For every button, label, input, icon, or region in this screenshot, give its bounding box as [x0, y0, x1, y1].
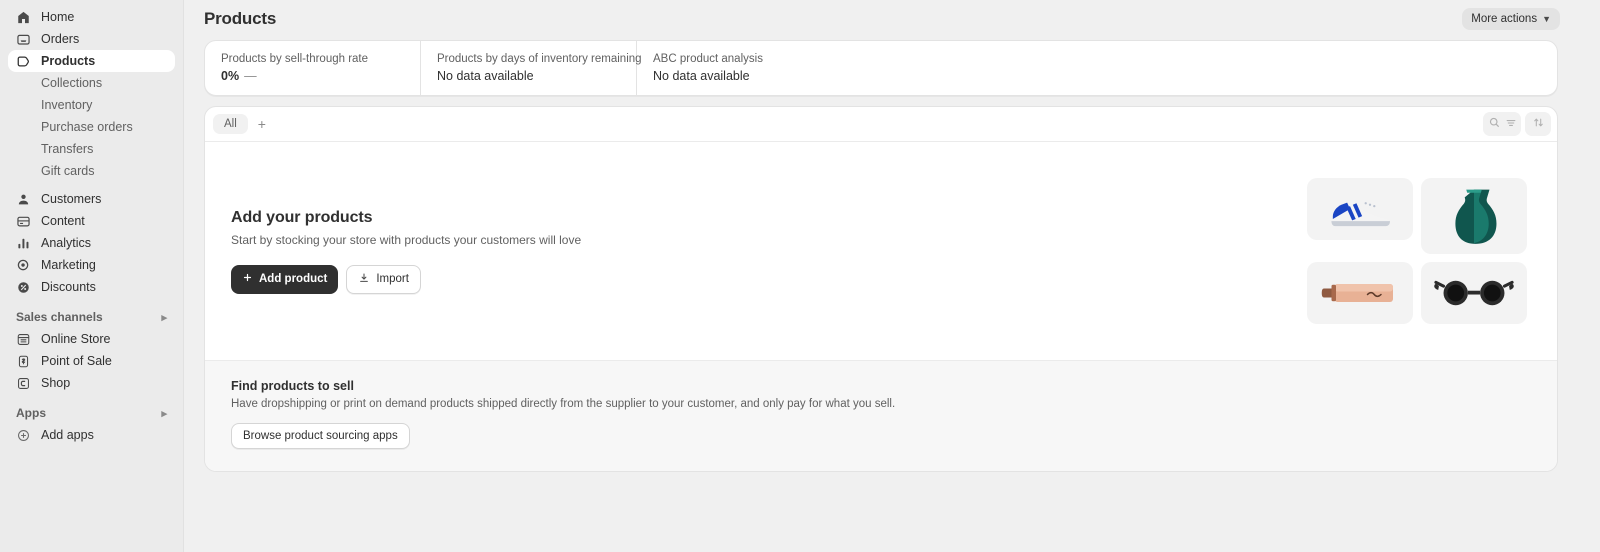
sidebar-item-label: Products: [41, 54, 96, 68]
chevron-right-icon: ▸: [161, 407, 167, 420]
main-content: Products More actions ▼ Products by sell…: [184, 0, 1600, 552]
sidebar-item-point-of-sale[interactable]: Point of Sale: [8, 350, 175, 372]
vase-illustration: [1421, 178, 1527, 254]
sidebar: Home Orders Products Collections Invento…: [0, 0, 184, 552]
sidebar-item-label: Home: [41, 10, 75, 24]
sidebar-item-label: Customers: [41, 192, 102, 206]
tab-bar: All +: [205, 107, 1557, 142]
home-icon: [16, 10, 31, 25]
sidebar-subitem-gift-cards[interactable]: Gift cards: [8, 160, 175, 182]
page-header: Products More actions ▼: [184, 0, 1600, 40]
metric-number: 0%: [221, 69, 240, 83]
sidebar-item-content[interactable]: Content: [8, 210, 175, 232]
section-title: Sales channels: [16, 310, 103, 324]
metric-label: Products by sell-through rate: [221, 53, 369, 65]
section-title: Apps: [16, 406, 46, 420]
metric-suffix: —: [244, 69, 257, 83]
products-list-card: All + Add your products Start by stockin…: [204, 106, 1558, 472]
sidebar-item-marketing[interactable]: Marketing: [8, 254, 175, 276]
cosmetic-tube-illustration: [1307, 262, 1413, 324]
sidebar-item-label: Shop: [41, 376, 71, 390]
sidebar-subitem-inventory[interactable]: Inventory: [8, 94, 175, 116]
filter-lines-icon: [1505, 117, 1517, 132]
import-download-icon: [358, 272, 370, 287]
find-products-subtext: Have dropshipping or print on demand pro…: [231, 398, 896, 410]
sidebar-item-label: Analytics: [41, 236, 92, 250]
sidebar-item-label: Discounts: [41, 280, 96, 294]
sidebar-subitem-purchase-orders[interactable]: Purchase orders: [8, 116, 175, 138]
sidebar-item-label: Content: [41, 214, 85, 228]
sidebar-item-online-store[interactable]: Online Store: [8, 328, 175, 350]
online-store-icon: [16, 332, 31, 347]
shop-icon: [16, 376, 31, 391]
import-label: Import: [376, 273, 409, 285]
orders-icon: [16, 32, 31, 47]
empty-state-actions: Add product Import: [231, 264, 581, 294]
tab-group: All +: [213, 113, 274, 135]
products-tag-icon: [16, 54, 31, 69]
discount-tag-icon: [16, 280, 31, 295]
add-product-button[interactable]: Add product: [231, 264, 339, 294]
content-area: Products by sell-through rate 0% — Produc…: [184, 40, 1600, 472]
search-and-filter-button[interactable]: [1483, 112, 1521, 136]
import-button[interactable]: Import: [346, 264, 421, 294]
browse-sourcing-apps-button[interactable]: Browse product sourcing apps: [231, 423, 410, 449]
sidebar-subitem-transfers[interactable]: Transfers: [8, 138, 175, 160]
tab-tools: [1483, 112, 1551, 136]
content-icon: [16, 214, 31, 229]
metrics-card: Products by sell-through rate 0% — Produc…: [204, 40, 1558, 96]
metric-days-of-inventory[interactable]: Products by days of inventory remaining …: [421, 41, 642, 95]
product-illustration-tiles: [1307, 178, 1527, 324]
chevron-down-icon: ▼: [1542, 14, 1551, 24]
metric-label: ABC product analysis: [653, 53, 763, 65]
analytics-bars-icon: [16, 236, 31, 251]
sneaker-illustration: [1307, 178, 1413, 240]
sort-arrows-icon: [1532, 116, 1545, 132]
plus-icon: [242, 272, 253, 286]
sidebar-item-shop[interactable]: Shop: [8, 372, 175, 394]
search-icon: [1488, 116, 1501, 132]
marketing-target-icon: [16, 258, 31, 273]
empty-state: Add your products Start by stocking your…: [205, 142, 1557, 360]
sort-button[interactable]: [1525, 112, 1551, 136]
metric-value: 0% —: [221, 69, 404, 83]
sidebar-item-label: Add apps: [41, 428, 94, 442]
more-actions-button[interactable]: More actions ▼: [1462, 8, 1560, 30]
app-root: Home Orders Products Collections Invento…: [0, 0, 1600, 552]
sidebar-item-label: Point of Sale: [41, 354, 112, 368]
sidebar-item-customers[interactable]: Customers: [8, 188, 175, 210]
sidebar-section-sales-channels[interactable]: Sales channels ▸: [8, 306, 175, 328]
sidebar-item-label: Orders: [41, 32, 80, 46]
empty-state-heading: Add your products: [231, 208, 373, 226]
metric-abc-analysis[interactable]: ABC product analysis No data available: [637, 41, 827, 95]
plus-circle-icon: [16, 428, 31, 443]
find-products-heading: Find products to sell: [231, 379, 354, 393]
metric-label: Products by days of inventory remaining: [437, 53, 642, 65]
customer-icon: [16, 192, 31, 207]
sidebar-item-label: Online Store: [41, 332, 111, 346]
sidebar-item-home[interactable]: Home: [8, 6, 175, 28]
sidebar-subitem-collections[interactable]: Collections: [8, 72, 175, 94]
add-product-label: Add product: [259, 273, 328, 285]
empty-state-subtext: Start by stocking your store with produc…: [231, 232, 582, 247]
sidebar-section-apps[interactable]: Apps ▸: [8, 402, 175, 424]
empty-state-text: Add your products Start by stocking your…: [231, 209, 581, 294]
chevron-right-icon: ▸: [161, 311, 167, 324]
sidebar-item-add-apps[interactable]: Add apps: [8, 424, 175, 446]
sidebar-item-label: Marketing: [41, 258, 96, 272]
metric-value: No data available: [437, 69, 534, 83]
sidebar-item-analytics[interactable]: Analytics: [8, 232, 175, 254]
sidebar-item-orders[interactable]: Orders: [8, 28, 175, 50]
metric-sell-through-rate[interactable]: Products by sell-through rate 0% —: [205, 41, 421, 95]
sidebar-item-discounts[interactable]: Discounts: [8, 276, 175, 298]
find-products-section: Find products to sell Have dropshipping …: [205, 360, 1557, 471]
plus-icon[interactable]: +: [250, 113, 274, 135]
sidebar-item-products[interactable]: Products: [8, 50, 175, 72]
more-actions-label: More actions: [1471, 13, 1538, 25]
metric-value: No data available: [653, 69, 750, 83]
point-of-sale-icon: [16, 354, 31, 369]
page-title: Products: [204, 9, 277, 28]
sunglasses-illustration: [1421, 262, 1527, 324]
tab-all[interactable]: All: [213, 114, 248, 134]
